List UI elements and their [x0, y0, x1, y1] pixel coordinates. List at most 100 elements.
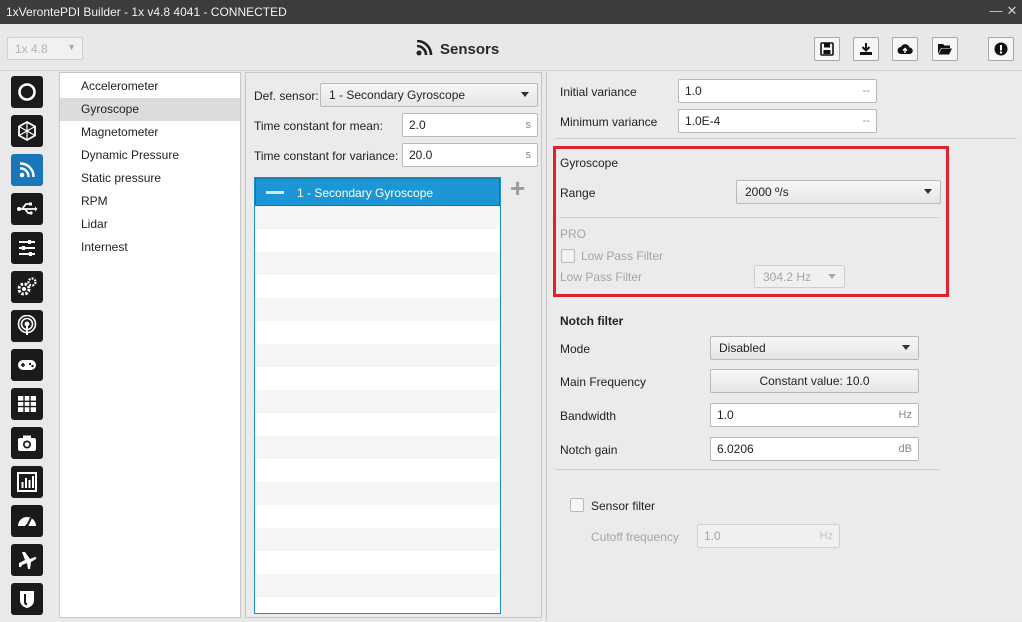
window-title: 1xVerontePDI Builder - 1x v4.8 4041 - CO…	[6, 5, 287, 19]
version-select-value: 1x 4.8	[15, 42, 48, 56]
notch-gain-value: 6.0206	[717, 442, 754, 456]
mode-value: Disabled	[719, 341, 766, 355]
bandwidth-label: Bandwidth	[560, 409, 617, 423]
camera-icon[interactable]	[11, 427, 43, 459]
initial-variance-input[interactable]: 1.0 --	[678, 79, 877, 103]
hexagon-icon[interactable]	[11, 115, 43, 147]
lpf-checkbox[interactable]	[561, 249, 575, 263]
sensor-detail-panel: Initial variance 1.0 -- Minimum variance…	[546, 72, 1022, 620]
def-sensor-label: Def. sensor:	[254, 89, 319, 103]
open-folder-button[interactable]	[932, 37, 958, 61]
header-bar: 1x 4.8 ▼ Sensors	[0, 24, 1022, 71]
bandwidth-value: 1.0	[717, 408, 734, 422]
mode-label: Mode	[560, 342, 591, 356]
lpf-value: 304.2 Hz	[763, 270, 812, 284]
menu-item-dynamic-pressure[interactable]: Dynamic Pressure	[60, 144, 240, 167]
mode-select[interactable]: Disabled	[710, 336, 919, 360]
cutoff-input[interactable]: 1.0 Hz	[697, 524, 840, 548]
menu-item-static-pressure[interactable]: Static pressure	[60, 167, 240, 190]
gamepad-icon[interactable]	[11, 349, 43, 381]
tc-mean-value: 2.0	[409, 118, 426, 132]
list-item[interactable]: 1 - Secondary Gyroscope	[255, 178, 500, 206]
sensors-icon[interactable]	[11, 154, 43, 186]
minimize-icon[interactable]: —	[988, 3, 1004, 19]
cutoff-unit: Hz	[819, 530, 833, 542]
menu-item-gyroscope[interactable]: Gyroscope	[60, 98, 240, 121]
page-title-text: Sensors	[440, 41, 500, 58]
main-freq-label: Main Frequency	[560, 375, 647, 389]
cutoff-value: 1.0	[704, 529, 721, 543]
tc-var-unit: s	[525, 149, 532, 161]
tc-var-label: Time constant for variance:	[254, 149, 399, 163]
notch-gain-unit: dB	[898, 443, 912, 455]
tc-var-value: 20.0	[409, 148, 433, 162]
grid-icon[interactable]	[11, 388, 43, 420]
download-button[interactable]	[853, 37, 879, 61]
divider	[559, 217, 939, 218]
main-frequency-button[interactable]: Constant value: 10.0	[710, 369, 919, 393]
bandwidth-unit: Hz	[898, 409, 912, 421]
alert-icon	[994, 42, 1008, 56]
initial-variance-label: Initial variance	[560, 85, 637, 99]
broadcast-icon[interactable]	[11, 310, 43, 342]
rss-icon	[416, 39, 434, 60]
menu-item-lidar[interactable]: Lidar	[60, 213, 240, 236]
cloud-upload-button[interactable]	[892, 37, 918, 61]
chevron-down-icon: ▼	[67, 42, 76, 52]
airplane-icon[interactable]	[11, 544, 43, 576]
window-titlebar: 1xVerontePDI Builder - 1x v4.8 4041 - CO…	[0, 0, 1022, 24]
menu-item-accelerometer[interactable]: Accelerometer	[60, 75, 240, 98]
bandwidth-input[interactable]: 1.0 Hz	[710, 403, 919, 427]
chevron-down-icon	[828, 274, 836, 279]
usb-icon[interactable]	[11, 193, 43, 225]
sensor-config-panel: Def. sensor: 1 - Secondary Gyroscope Tim…	[245, 72, 542, 618]
sensor-filter-checkbox[interactable]	[570, 498, 584, 512]
lpf-checkbox-label: Low Pass Filter	[581, 249, 664, 263]
chart-icon[interactable]	[11, 466, 43, 498]
download-icon	[860, 43, 872, 55]
cutoff-label: Cutoff frequency	[591, 530, 679, 544]
power-icon[interactable]	[11, 76, 43, 108]
cloud-upload-icon	[897, 44, 913, 54]
pro-label: PRO	[560, 227, 587, 241]
tc-mean-input[interactable]: 2.0 s	[402, 113, 538, 137]
tc-var-input[interactable]: 20.0 s	[402, 143, 538, 167]
chevron-down-icon	[521, 92, 529, 97]
sensor-filter-label: Sensor filter	[591, 499, 656, 513]
menu-item-rpm[interactable]: RPM	[60, 190, 240, 213]
add-icon[interactable]: +	[510, 175, 525, 201]
chevron-down-icon	[924, 189, 932, 194]
min-variance-input[interactable]: 1.0E-4 --	[678, 109, 877, 133]
divider	[555, 469, 939, 470]
shield-icon[interactable]	[11, 583, 43, 615]
close-icon[interactable]: ✕	[1004, 3, 1020, 19]
menu-item-internest[interactable]: Internest	[60, 236, 240, 259]
tc-mean-unit: s	[525, 119, 532, 131]
min-variance-label: Minimum variance	[560, 115, 658, 129]
lpf-label: Low Pass Filter	[560, 270, 643, 284]
range-select[interactable]: 2000 º/s	[736, 180, 941, 204]
sensor-list: 1 - Secondary Gyroscope	[254, 177, 501, 614]
notch-filter-title: Notch filter	[560, 314, 624, 328]
gyroscope-section-title: Gyroscope	[560, 156, 619, 170]
sensor-menu: Accelerometer Gyroscope Magnetometer Dyn…	[59, 72, 241, 618]
remove-icon[interactable]	[266, 191, 284, 194]
page-title: Sensors	[416, 39, 500, 60]
chevron-down-icon	[902, 345, 910, 350]
min-variance-value: 1.0E-4	[685, 114, 721, 128]
save-icon	[820, 42, 834, 56]
notch-gain-label: Notch gain	[560, 443, 618, 457]
initial-variance-unit: --	[862, 85, 870, 97]
version-select[interactable]: 1x 4.8 ▼	[7, 37, 83, 60]
def-sensor-select[interactable]: 1 - Secondary Gyroscope	[320, 83, 538, 107]
notch-gain-input[interactable]: 6.0206 dB	[710, 437, 919, 461]
menu-item-magnetometer[interactable]: Magnetometer	[60, 121, 240, 144]
tc-mean-label: Time constant for mean:	[254, 119, 383, 133]
lpf-select[interactable]: 304.2 Hz	[754, 265, 845, 288]
sliders-icon[interactable]	[11, 232, 43, 264]
range-value: 2000 º/s	[745, 185, 789, 199]
alert-button[interactable]	[988, 37, 1014, 61]
gauge-icon[interactable]	[11, 505, 43, 537]
gears-icon[interactable]	[11, 271, 43, 303]
save-button[interactable]	[814, 37, 840, 61]
